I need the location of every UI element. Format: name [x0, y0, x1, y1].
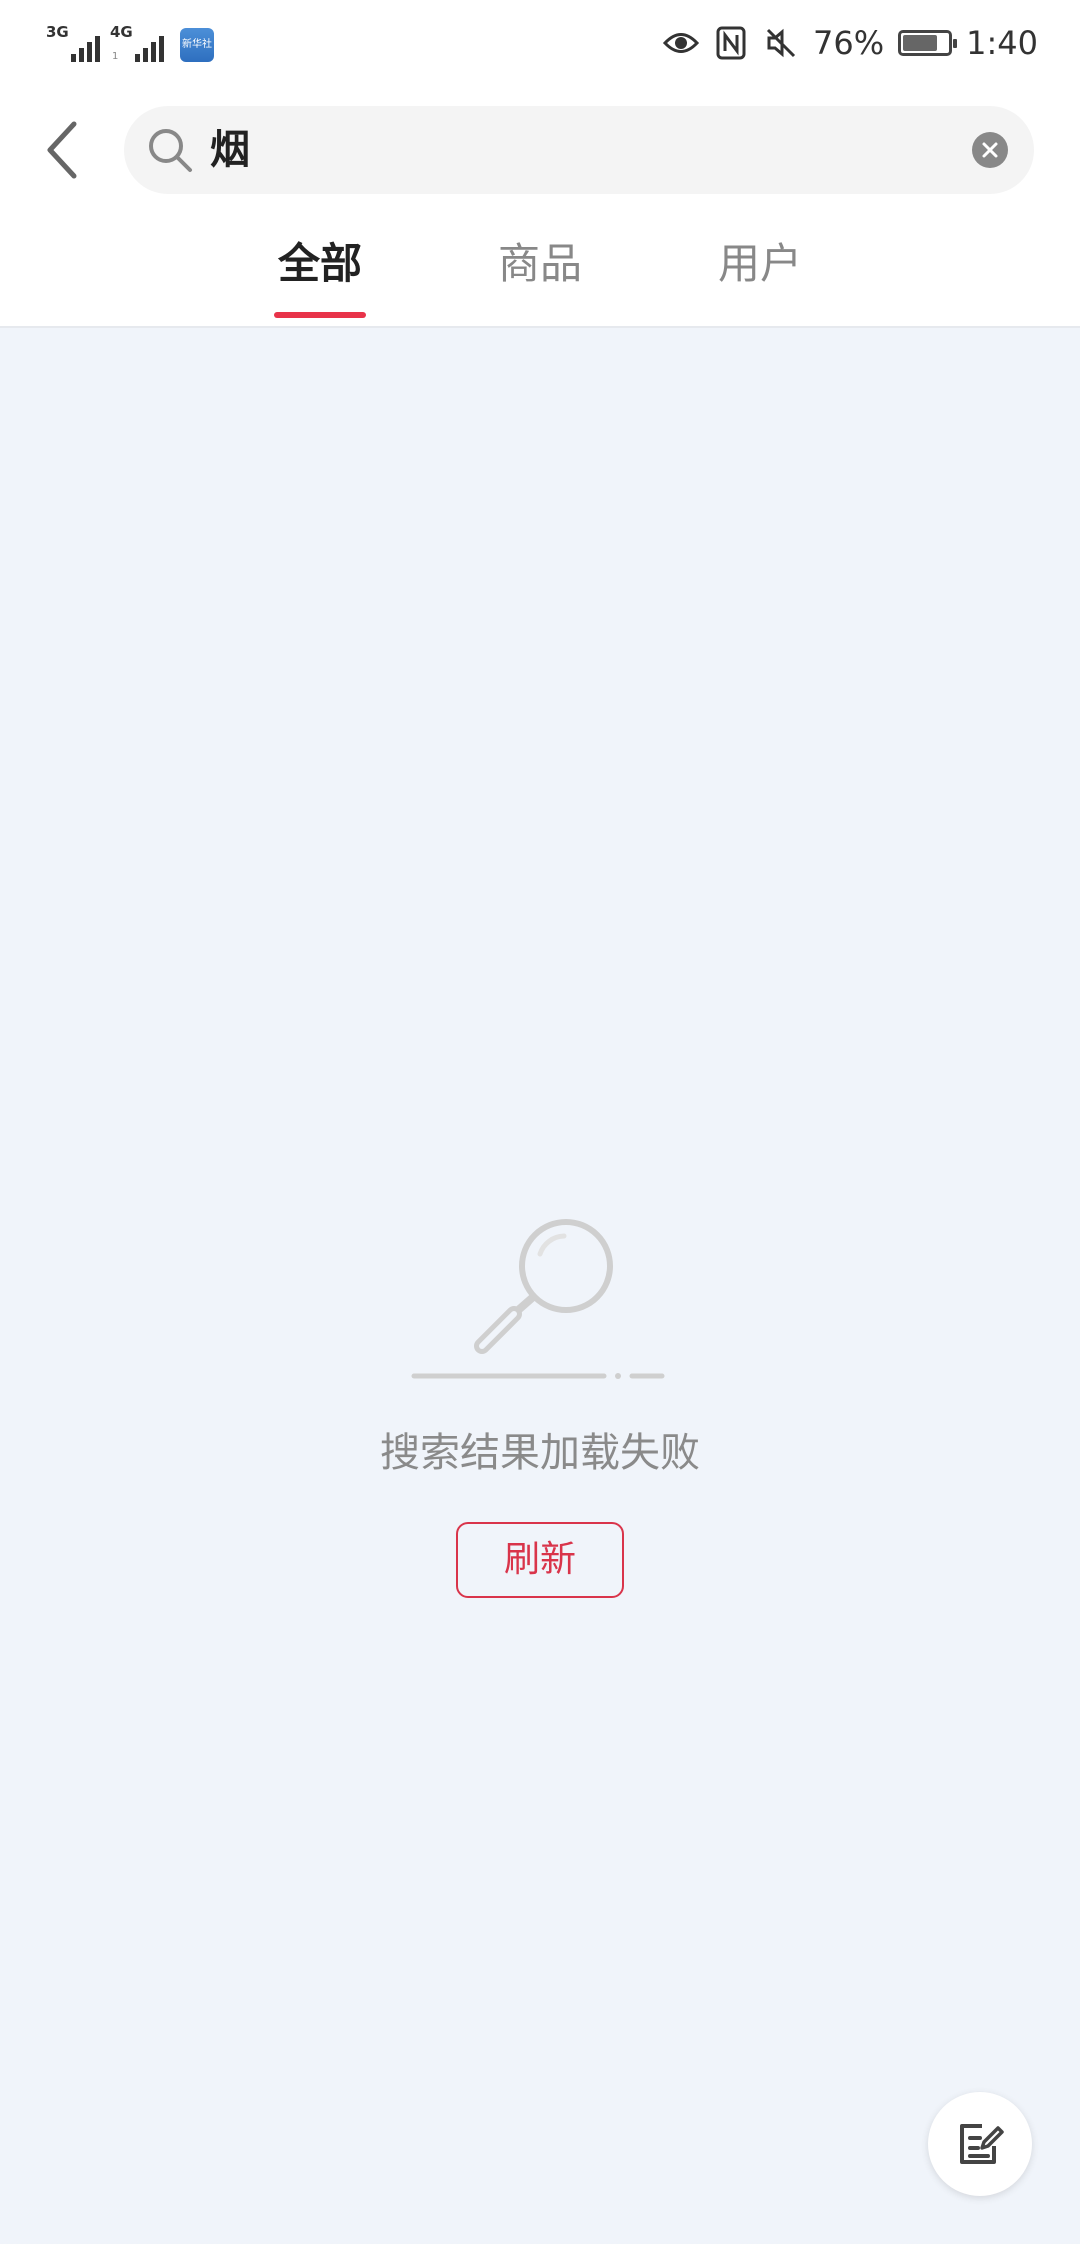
eye-icon — [663, 25, 700, 61]
result-tabs: 全部 商品 用户 — [0, 232, 1080, 328]
status-left: 3G 4G 1 新华社 — [46, 22, 214, 62]
tab-users[interactable]: 用户 — [690, 232, 830, 328]
status-bar: 3G 4G 1 新华社 76% 1:40 — [0, 0, 1080, 88]
signal-bars-icon — [135, 36, 164, 62]
app-notification-icon: 新华社 — [180, 28, 214, 62]
tab-all[interactable]: 全部 — [250, 232, 390, 328]
signal-4g: 4G 1 — [110, 24, 164, 62]
feedback-button[interactable] — [928, 2092, 1032, 2196]
edit-note-icon — [960, 2124, 1004, 2164]
refresh-button[interactable]: 刷新 — [456, 1522, 624, 1598]
magnifier-illustration-icon — [411, 1219, 665, 1379]
search-query[interactable]: 烟 — [210, 124, 250, 176]
network-type-label: 4G — [110, 23, 133, 41]
sim-number: 1 — [112, 51, 119, 62]
clear-search-button[interactable] — [972, 132, 1008, 168]
tab-products[interactable]: 商品 — [470, 232, 610, 328]
network-type-label: 3G — [46, 23, 69, 41]
mute-icon — [763, 25, 799, 61]
chevron-left-icon — [47, 121, 77, 179]
status-right: 76% 1:40 — [663, 20, 1038, 66]
error-message: 搜索结果加载失败 — [380, 1430, 700, 1476]
tab-label: 商品 — [497, 239, 582, 288]
clock-time: 1:40 — [966, 24, 1038, 62]
active-tab-indicator — [274, 312, 366, 318]
battery-icon — [898, 30, 958, 56]
battery-level — [903, 35, 937, 51]
nfc-icon — [713, 25, 749, 61]
tab-label: 全部 — [277, 239, 362, 288]
signal-3g: 3G — [46, 24, 100, 62]
search-icon — [149, 129, 192, 172]
tab-label: 用户 — [717, 239, 802, 288]
signal-bars-icon — [71, 36, 100, 62]
battery-percent: 76% — [813, 24, 885, 62]
search-input[interactable]: 烟 — [124, 106, 1034, 194]
close-icon — [982, 142, 998, 158]
back-button[interactable] — [30, 110, 94, 190]
